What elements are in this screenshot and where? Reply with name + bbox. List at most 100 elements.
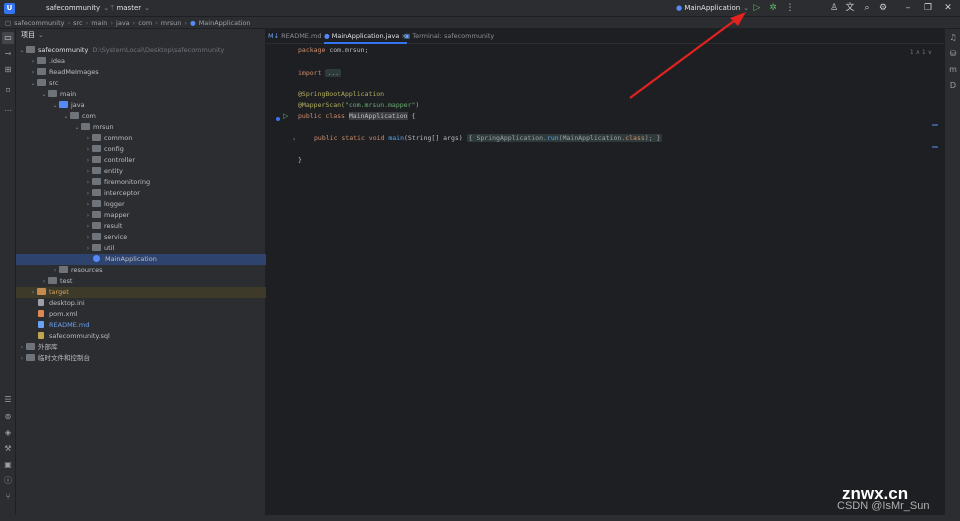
fold-arrow-icon[interactable]: › [293,136,295,143]
search-icon[interactable]: ⌕ [861,2,873,14]
tree-item[interactable]: desktop.ini [16,298,266,309]
scrollbar-marker[interactable] [932,146,938,148]
account-icon[interactable]: ♙ [828,2,840,14]
tree-item[interactable]: safecommunity.sql [16,331,266,342]
breadcrumb-item[interactable]: main [91,19,107,27]
translate-icon[interactable]: 文 [844,2,856,14]
breadcrumb-item[interactable]: java [116,19,130,27]
debug-icon[interactable]: ✲ [767,2,779,14]
chevron-right-icon[interactable]: › [51,265,59,276]
chevron-right-icon[interactable]: › [84,133,92,144]
services-icon[interactable]: ⊚ [2,411,14,423]
gradle-icon[interactable]: D [947,80,959,92]
tree-item[interactable]: › logger [16,199,266,210]
tree-item[interactable]: MainApplication [16,254,266,265]
tree-item[interactable]: › entity [16,166,266,177]
tab-mainapplication[interactable]: ● MainApplication.java × [324,29,407,44]
tree-item[interactable]: › service [16,232,266,243]
folded-imports[interactable]: ... [325,69,342,77]
project-switcher[interactable]: safecommunity ⌄ [46,4,109,12]
project-panel-header[interactable]: 项目 ⌄ [16,29,265,42]
chevron-right-icon[interactable]: › [29,287,37,298]
chevron-right-icon[interactable]: › [84,232,92,243]
chevron-right-icon[interactable]: › [84,199,92,210]
folded-method-body[interactable]: { SpringApplication.run(MainApplication.… [466,134,663,142]
git-icon[interactable]: ⑂ [2,491,14,503]
tree-item[interactable]: › target [16,287,266,298]
structure-icon[interactable]: ⊞ [2,64,14,76]
chevron-right-icon[interactable]: › [84,243,92,254]
commit-icon[interactable]: ⊸ [2,48,14,60]
breadcrumb-item[interactable]: safecommunity [14,19,64,27]
tab-terminal[interactable]: ▣ Terminal: safecommunity [404,29,494,44]
close-icon[interactable]: ✕ [942,2,954,14]
tree-item[interactable]: ⌄ main [16,89,266,100]
tree-item[interactable]: › resources [16,265,266,276]
tree-item[interactable]: › 外部库 [16,342,266,353]
tree-item[interactable]: › controller [16,155,266,166]
chevron-right-icon[interactable]: › [18,353,26,364]
chevron-right-icon[interactable]: › [40,276,48,287]
bookmarks-icon[interactable]: ⌑ [2,85,14,97]
problems-icon[interactable]: ⓘ [2,475,14,487]
run-icon[interactable]: ▷ [751,2,763,14]
tree-item[interactable]: ⌄ com [16,111,266,122]
chevron-right-icon[interactable]: › [29,67,37,78]
chevron-right-icon[interactable]: › [84,166,92,177]
chevron-down-icon[interactable]: ⌄ [62,111,70,122]
tree-root[interactable]: ⌄ safecommunity D:\SystemLocal\Desktop\saf… [16,45,266,56]
maven-icon[interactable]: m [947,64,959,76]
chevron-right-icon[interactable]: › [84,221,92,232]
build-icon[interactable]: ⚒ [2,443,14,455]
chevron-right-icon[interactable]: › [84,188,92,199]
chevron-down-icon[interactable]: ⌄ [29,78,37,89]
tree-item[interactable]: › result [16,221,266,232]
chevron-right-icon[interactable]: › [84,177,92,188]
tree-item[interactable]: › ReadMeImages [16,67,266,78]
tab-readme[interactable]: M↓ README.md [268,29,321,44]
notifications-icon[interactable]: ♫ [947,32,959,44]
run-config-selector[interactable]: ● MainApplication ⌄ [676,4,749,12]
chevron-right-icon[interactable]: › [29,56,37,67]
settings-icon[interactable]: ⚙ [877,2,889,14]
terminal-icon[interactable]: ▣ [2,459,14,471]
tree-item[interactable]: README.md [16,320,266,331]
project-folder-icon[interactable]: ▭ [2,32,14,44]
breadcrumb-item[interactable]: MainApplication [199,19,251,27]
breadcrumb-item[interactable]: mrsun [161,19,182,27]
database-icon[interactable]: ⛁ [947,48,959,60]
spring-bean-icon[interactable] [276,117,280,121]
scrollbar-marker[interactable] [932,124,938,126]
tree-item[interactable]: › mapper [16,210,266,221]
app-logo-icon[interactable]: U [4,3,15,14]
chevron-right-icon[interactable]: › [84,210,92,221]
todo-icon[interactable]: ☰ [2,394,14,406]
tree-item[interactable]: pom.xml [16,309,266,320]
tree-item[interactable]: ⌄ java [16,100,266,111]
chevron-down-icon[interactable]: ⌄ [73,122,81,133]
restore-icon[interactable]: ❐ [922,2,934,14]
tree-item[interactable]: › config [16,144,266,155]
code-view[interactable]: package com.mrsun; import ... @SpringBoo… [298,44,938,514]
more-actions-icon[interactable]: ⋮ [784,2,796,14]
chevron-right-icon[interactable]: › [18,342,26,353]
chevron-right-icon[interactable]: › [84,144,92,155]
minimize-icon[interactable]: – [902,2,914,14]
tree-item[interactable]: › util [16,243,266,254]
breadcrumb-item[interactable]: com [138,19,152,27]
tree-item[interactable]: › .idea [16,56,266,67]
tree-item[interactable]: ⌄ src [16,78,266,89]
tree-item[interactable]: ⌄ mrsun [16,122,266,133]
layers-icon[interactable]: ◈ [2,427,14,439]
chevron-down-icon[interactable]: ⌄ [51,100,59,111]
run-gutter-icon[interactable]: ▷ [283,112,288,120]
tree-item[interactable]: › 临时文件和控制台 [16,353,266,364]
tree-item[interactable]: › interceptor [16,188,266,199]
chevron-right-icon[interactable]: › [84,155,92,166]
tree-item[interactable]: › test [16,276,266,287]
tree-item[interactable]: › common [16,133,266,144]
branch-switcher[interactable]: ᛘ master ⌄ [110,4,150,12]
more-tools-icon[interactable]: ⋯ [2,105,14,117]
chevron-down-icon[interactable]: ⌄ [40,89,48,100]
tree-item[interactable]: › firemonitoring [16,177,266,188]
